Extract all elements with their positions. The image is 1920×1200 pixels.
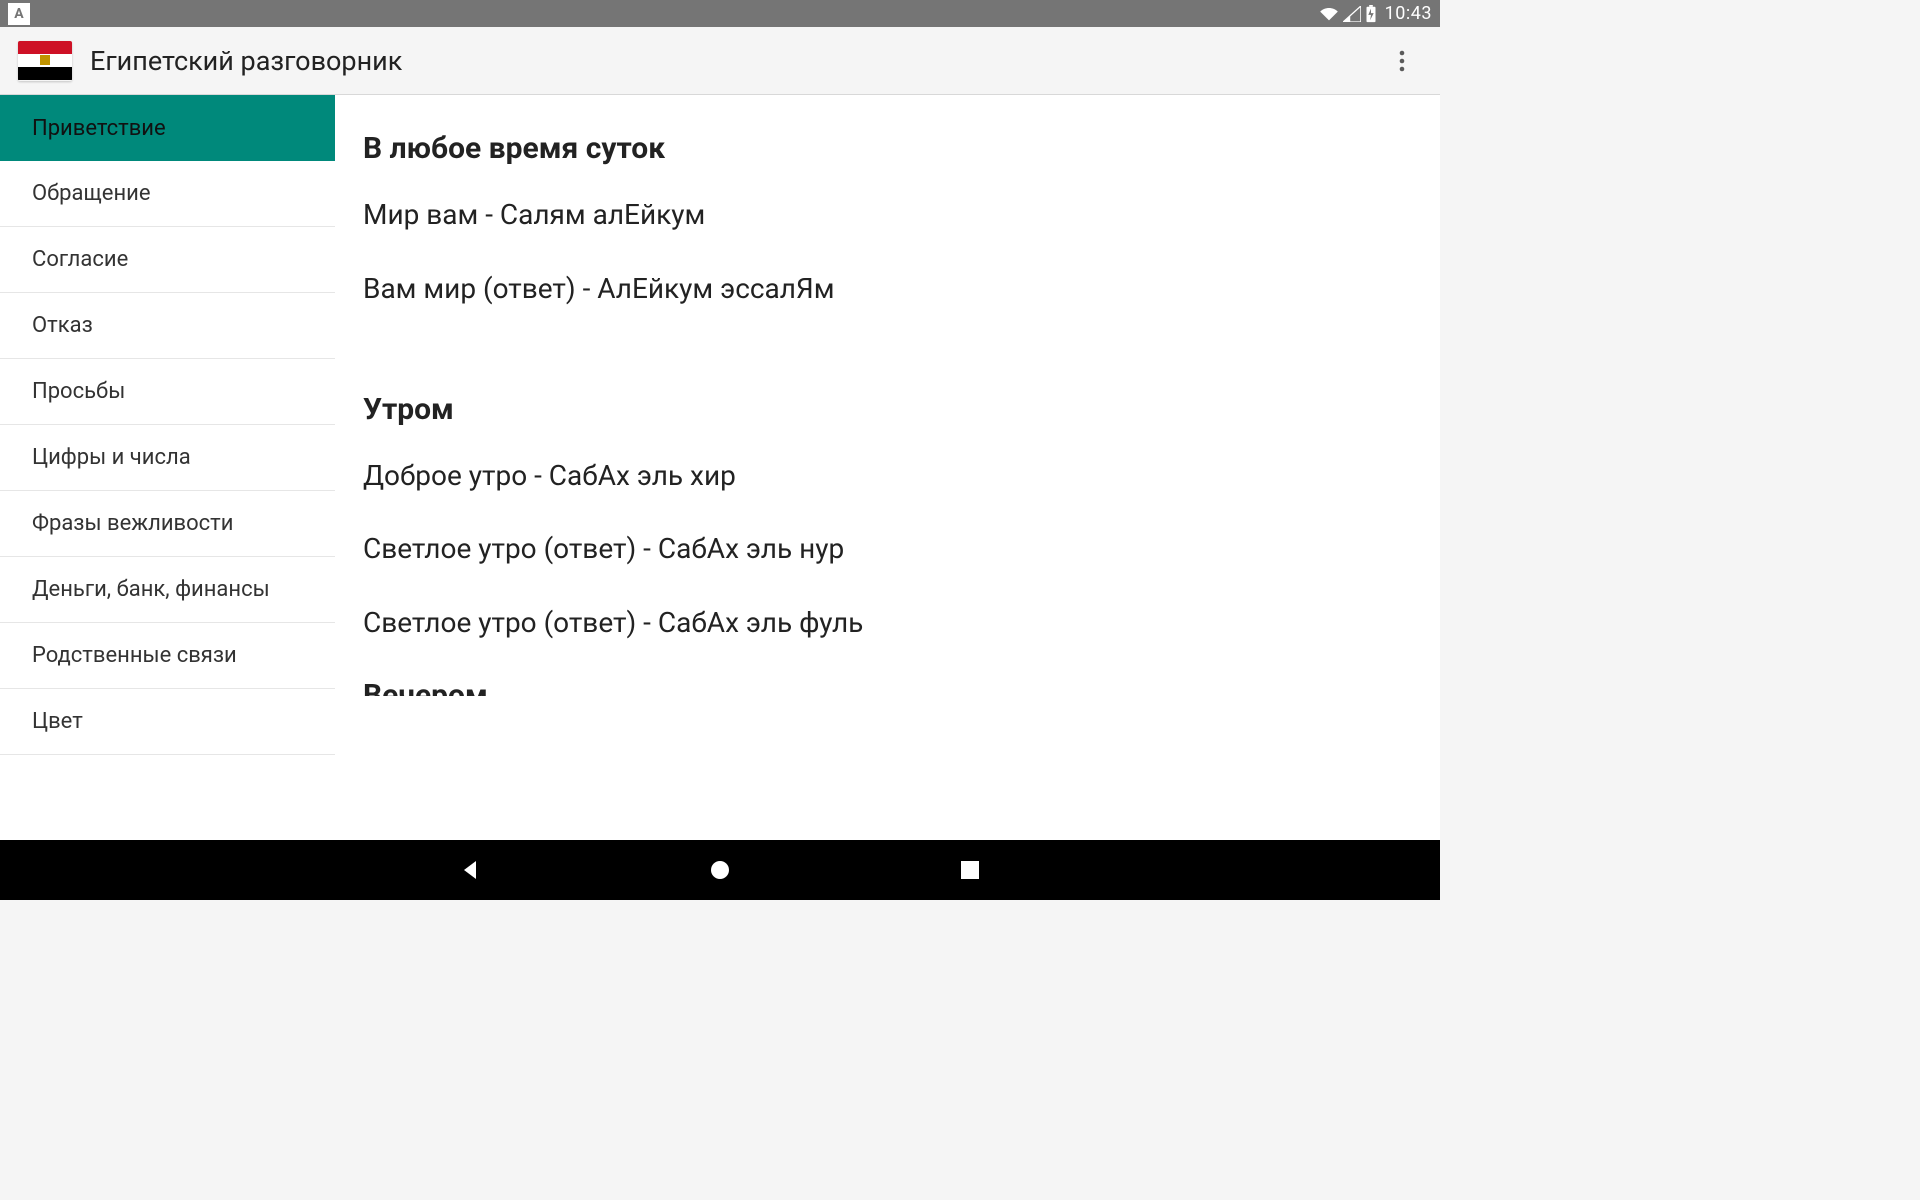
back-icon	[458, 858, 482, 882]
overflow-menu-button[interactable]	[1382, 41, 1422, 81]
sidebar-item-7[interactable]: Деньги, банк, финансы	[0, 557, 335, 623]
phrase-line: Светлое утро (ответ) - СабАх эль нур	[363, 530, 1412, 568]
app-title: Египетский разговорник	[90, 45, 1382, 77]
android-nav-bar	[0, 840, 1440, 900]
sidebar-item-9[interactable]: Цвет	[0, 689, 335, 755]
phrase-line: Вам мир (ответ) - АлЕйкум эссалЯм	[363, 270, 1412, 308]
sidebar-item-3[interactable]: Отказ	[0, 293, 335, 359]
home-button[interactable]	[700, 850, 740, 890]
cell-signal-icon	[1343, 6, 1361, 22]
sidebar-item-label: Отказ	[32, 313, 93, 338]
sidebar-item-label: Приветствие	[32, 116, 166, 141]
back-button[interactable]	[450, 850, 490, 890]
sidebar-item-label: Согласие	[32, 247, 128, 272]
sidebar-item-label: Обращение	[32, 181, 151, 206]
status-right-cluster: 10:43	[1319, 3, 1432, 24]
sidebar-item-label: Родственные связи	[32, 643, 237, 668]
phrase-line: Светлое утро (ответ) - СабАх эль фуль	[363, 604, 1412, 642]
section-heading: В любое время суток	[363, 131, 1412, 166]
phrase-line: Мир вам - Салям алЕйкум	[363, 196, 1412, 234]
recents-icon	[959, 859, 981, 881]
android-status-bar: A 10:43	[0, 0, 1440, 27]
egypt-flag-icon	[18, 41, 72, 81]
sidebar-item-label: Фразы вежливости	[32, 511, 233, 536]
sidebar-item-label: Просьбы	[32, 379, 125, 404]
sidebar-item-2[interactable]: Согласие	[0, 227, 335, 293]
sidebar-item-5[interactable]: Цифры и числа	[0, 425, 335, 491]
phrase-line: Доброе утро - СабАх эль хир	[363, 457, 1412, 495]
content-panel: В любое время суток Мир вам - Салям алЕйк…	[335, 95, 1440, 840]
more-vert-icon	[1399, 49, 1405, 73]
section-heading-cutoff: Вечером	[363, 678, 1412, 696]
sidebar-item-4[interactable]: Просьбы	[0, 359, 335, 425]
main-area: Приветствие Обращение Согласие Отказ Просьбы…	[0, 95, 1440, 840]
status-time: 10:43	[1385, 3, 1432, 24]
sidebar-item-label: Цифры и числа	[32, 445, 191, 470]
section-heading: Утром	[363, 392, 1412, 427]
home-icon	[708, 858, 732, 882]
keyboard-indicator-icon: A	[8, 3, 30, 25]
sidebar-item-label: Цвет	[32, 709, 83, 734]
sidebar-item-0[interactable]: Приветствие	[0, 95, 335, 161]
sidebar-item-8[interactable]: Родственные связи	[0, 623, 335, 689]
app-bar: Египетский разговорник	[0, 27, 1440, 95]
battery-charging-icon	[1365, 5, 1377, 23]
sidebar-item-1[interactable]: Обращение	[0, 161, 335, 227]
category-sidebar: Приветствие Обращение Согласие Отказ Просьбы…	[0, 95, 335, 840]
wifi-icon	[1319, 6, 1339, 22]
sidebar-item-6[interactable]: Фразы вежливости	[0, 491, 335, 557]
recents-button[interactable]	[950, 850, 990, 890]
sidebar-item-label: Деньги, банк, финансы	[32, 577, 270, 602]
